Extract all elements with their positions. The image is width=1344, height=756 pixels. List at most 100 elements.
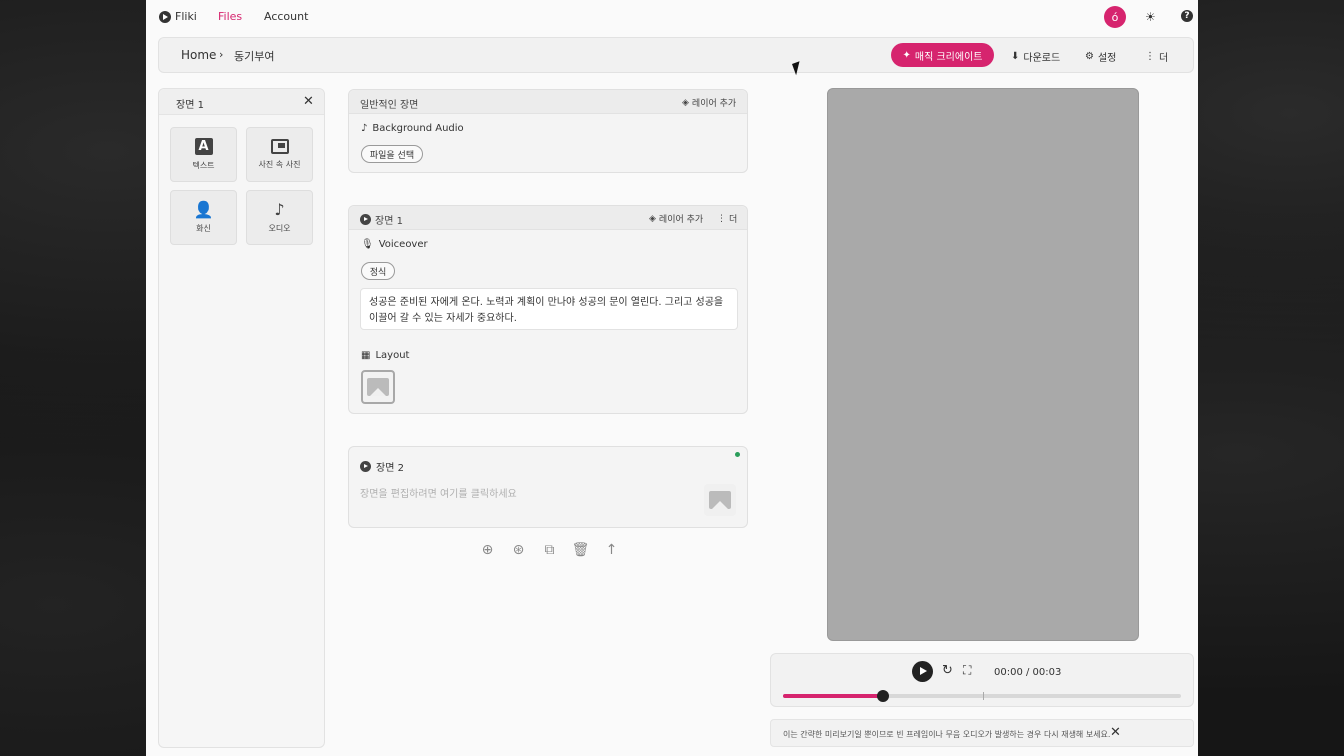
layers-icon: ◈ xyxy=(682,97,689,108)
image-icon xyxy=(709,491,731,509)
play-button[interactable] xyxy=(912,661,933,682)
nav-files-link[interactable]: Files xyxy=(218,10,242,23)
scene-2-placeholder[interactable]: 장면을 편집하려면 여기를 클릭하세요 xyxy=(360,485,517,500)
app-window: Fliki Files Account ó ☀ ? Home › 동기부여 ✦ … xyxy=(146,0,1198,756)
card-header: 장면 1 ◈ 레이어 추가 ⋮ 더 xyxy=(349,206,747,230)
arrow-up-icon[interactable]: ↑ xyxy=(603,541,620,558)
file-toolbar: Home › 동기부여 ✦ 매직 크리에이트 ⬇ 다운로드 ⚙ 설정 ⋮ 더 xyxy=(158,37,1194,73)
add-layer-label: 레이어 추가 xyxy=(691,99,737,109)
tile-label: 사진 속 사진 xyxy=(258,160,301,169)
panel-title: 장면 1 xyxy=(176,100,204,111)
scene-2-thumbnail[interactable] xyxy=(704,484,736,516)
play-scene-icon[interactable] xyxy=(360,461,371,472)
brand-name: Fliki xyxy=(175,10,197,23)
more-label: 더 xyxy=(729,215,738,225)
nav-account-link[interactable]: Account xyxy=(264,10,308,23)
scene-1-title: 장면 1 xyxy=(375,216,403,227)
layout-thumbnail[interactable] xyxy=(361,370,395,404)
scene-2-card[interactable]: 장면 2 장면을 편집하려면 여기를 클릭하세요 xyxy=(348,446,748,528)
playback-time: 00:00 / 00:03 xyxy=(994,667,1062,678)
trash-icon[interactable]: 🗑 xyxy=(572,541,590,558)
avatar-initial: ó xyxy=(1111,10,1119,24)
voiceover-text[interactable]: 성공은 준비된 자에게 온다. 노력과 계획이 만나야 성공의 문이 열린다. … xyxy=(360,288,738,330)
settings-button[interactable]: ⚙ 설정 xyxy=(1085,49,1116,64)
scene-title: 장면 2 xyxy=(360,459,404,474)
add-text-tile[interactable]: A 텍스트 xyxy=(170,127,237,182)
panel-header: 장면 1 ✕ xyxy=(159,89,324,115)
scene-title: 장면 1 xyxy=(360,212,403,227)
duplicate-icon[interactable]: ⧉ xyxy=(541,541,558,558)
general-scene-card[interactable]: 일반적인 장면 ◈ 레이어 추가 ♪ Background Audio 파일을 … xyxy=(348,89,748,173)
add-layer-button[interactable]: ◈ 레이어 추가 xyxy=(649,212,704,226)
layers-icon: ◈ xyxy=(649,213,656,224)
settings-label: 설정 xyxy=(1097,53,1117,64)
layout-label: Layout xyxy=(375,350,410,361)
replay-icon[interactable]: ↻ xyxy=(942,663,953,678)
user-avatar[interactable]: ó xyxy=(1104,6,1126,28)
background-audio-row: ♪ Background Audio xyxy=(361,123,464,134)
gear-icon: ⚙ xyxy=(1085,51,1094,62)
tile-label: 화신 xyxy=(196,223,211,233)
more-label: 더 xyxy=(1159,53,1169,64)
scene-element-panel: 장면 1 ✕ A 텍스트 사진 속 사진 👤 화신 ♪ 오디오 xyxy=(158,88,325,748)
picture-in-picture-icon xyxy=(270,139,289,154)
choose-file-button[interactable]: 파일을 선택 xyxy=(361,145,423,163)
video-preview[interactable] xyxy=(827,88,1139,641)
sparkle-icon: ✦ xyxy=(902,49,911,61)
card-header: 일반적인 장면 ◈ 레이어 추가 xyxy=(349,90,747,114)
music-note-icon: ♪ xyxy=(274,199,285,219)
progress-marker xyxy=(983,692,984,700)
theme-sun-icon[interactable]: ☀ xyxy=(1145,10,1156,24)
fliki-logo-icon xyxy=(159,10,171,23)
brand[interactable]: Fliki xyxy=(159,10,197,23)
close-icon[interactable]: ✕ xyxy=(1110,725,1121,740)
preview-notice: 이는 간략한 미리보기일 뿐이므로 빈 프레임이나 무음 오디오가 발생하는 경… xyxy=(770,719,1194,747)
download-icon: ⬇ xyxy=(1011,51,1020,62)
add-audio-tile[interactable]: ♪ 오디오 xyxy=(246,190,313,245)
layout-row: ▦ Layout xyxy=(361,350,409,361)
layout-grid-icon: ▦ xyxy=(361,350,371,361)
add-layer-label: 레이어 추가 xyxy=(658,215,704,225)
player-controls: ↻ ⛶ 00:00 / 00:03 xyxy=(770,653,1194,707)
fullscreen-icon[interactable]: ⛶ xyxy=(963,663,971,678)
voice-style-button[interactable]: 정식 xyxy=(361,262,395,280)
add-avatar-tile[interactable]: 👤 화신 xyxy=(170,190,237,245)
magic-create-button[interactable]: ✦ 매직 크리에이트 xyxy=(891,43,994,67)
breadcrumb-home[interactable]: Home xyxy=(181,48,216,62)
card-title: 일반적인 장면 xyxy=(360,100,419,111)
avatar-person-icon: 👤 xyxy=(193,199,214,219)
download-button[interactable]: ⬇ 다운로드 xyxy=(1011,49,1060,64)
progress-track[interactable] xyxy=(783,690,1181,702)
help-icon[interactable]: ? xyxy=(1181,10,1193,22)
progress-knob[interactable] xyxy=(876,690,889,702)
breadcrumb-separator: › xyxy=(219,48,224,61)
text-icon: A xyxy=(194,138,213,155)
voiceover-label: Voiceover xyxy=(378,239,428,250)
breadcrumb-current[interactable]: 동기부여 xyxy=(234,48,274,64)
magic-scene-icon[interactable]: ⊛ xyxy=(510,541,527,558)
vertical-dots-icon: ⋮ xyxy=(1145,51,1155,62)
vertical-dots-icon: ⋮ xyxy=(717,213,726,224)
voiceover-row: 🎙 Voiceover xyxy=(361,239,428,250)
play-scene-icon[interactable] xyxy=(360,214,371,225)
microphone-icon: 🎙 xyxy=(361,239,374,250)
top-nav: Fliki Files Account ó ☀ ? xyxy=(146,0,1198,34)
image-icon xyxy=(367,378,389,396)
music-note-icon: ♪ xyxy=(361,123,368,134)
scene-1-card[interactable]: 장면 1 ◈ 레이어 추가 ⋮ 더 🎙 Voiceover 정식 성공은 준비된… xyxy=(348,205,748,414)
tile-label: 오디오 xyxy=(268,223,291,233)
notice-text: 이는 간략한 미리보기일 뿐이므로 빈 프레임이나 무음 오디오가 발생하는 경… xyxy=(783,730,1111,739)
add-layer-button[interactable]: ◈ 레이어 추가 xyxy=(682,96,737,110)
add-picture-in-picture-tile[interactable]: 사진 속 사진 xyxy=(246,127,313,182)
scene-2-title: 장면 2 xyxy=(376,463,404,474)
magic-create-label: 매직 크리에이트 xyxy=(914,51,983,63)
scene-actions: ⊕ ⊛ ⧉ 🗑 ↑ xyxy=(479,541,620,558)
tile-label: 텍스트 xyxy=(192,161,215,170)
status-dot xyxy=(735,452,740,457)
background-audio-label: Background Audio xyxy=(372,123,464,134)
close-icon[interactable]: ✕ xyxy=(303,94,314,109)
scene-more-button[interactable]: ⋮ 더 xyxy=(717,212,738,226)
more-button[interactable]: ⋮ 더 xyxy=(1145,49,1168,64)
progress-fill xyxy=(783,694,883,698)
add-scene-icon[interactable]: ⊕ xyxy=(479,541,496,558)
